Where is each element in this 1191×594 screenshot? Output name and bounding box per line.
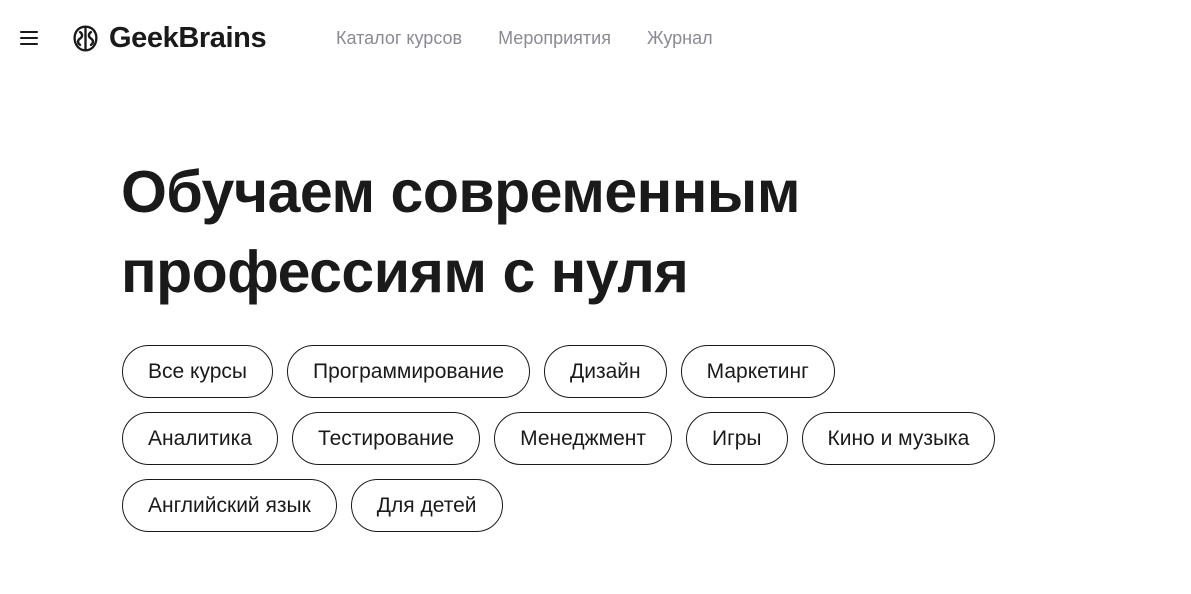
- main-nav: Каталог курсов Мероприятия Журнал: [336, 27, 713, 49]
- category-chip-programming[interactable]: Программирование: [286, 345, 531, 398]
- category-filter: Все курсы Программирование Дизайн Маркет…: [122, 345, 1082, 546]
- site-header: GeekBrains Каталог курсов Мероприятия Жу…: [0, 0, 1191, 76]
- category-chip-kids[interactable]: Для детей: [350, 479, 503, 532]
- brain-logo-icon: [73, 25, 98, 51]
- nav-link-journal[interactable]: Журнал: [647, 27, 713, 49]
- page-title-line-1: Обучаем современным: [121, 159, 800, 225]
- category-chip-testing[interactable]: Тестирование: [291, 412, 481, 465]
- page-title: Обучаем современным профессиям с нуля: [121, 152, 800, 312]
- category-chip-film-music[interactable]: Кино и музыка: [801, 412, 996, 465]
- logo-text: GeekBrains: [109, 21, 267, 54]
- category-chip-analytics[interactable]: Аналитика: [122, 412, 278, 465]
- logo-link[interactable]: GeekBrains: [71, 21, 267, 54]
- category-chip-design[interactable]: Дизайн: [544, 345, 667, 398]
- page-title-line-2: профессиям с нуля: [121, 239, 689, 305]
- category-chip-games[interactable]: Игры: [685, 412, 788, 465]
- category-chip-all[interactable]: Все курсы: [122, 345, 273, 398]
- category-chip-management[interactable]: Менеджмент: [494, 412, 672, 465]
- category-row: Английский язык Для детей: [122, 479, 1082, 532]
- hamburger-menu-icon[interactable]: [18, 27, 42, 49]
- nav-link-events[interactable]: Мероприятия: [498, 27, 611, 49]
- category-chip-marketing[interactable]: Маркетинг: [680, 345, 835, 398]
- nav-link-catalog[interactable]: Каталог курсов: [336, 27, 462, 49]
- category-row: Все курсы Программирование Дизайн Маркет…: [122, 345, 1082, 398]
- category-row: Аналитика Тестирование Менеджмент Игры К…: [122, 412, 1082, 465]
- category-chip-english[interactable]: Английский язык: [122, 479, 337, 532]
